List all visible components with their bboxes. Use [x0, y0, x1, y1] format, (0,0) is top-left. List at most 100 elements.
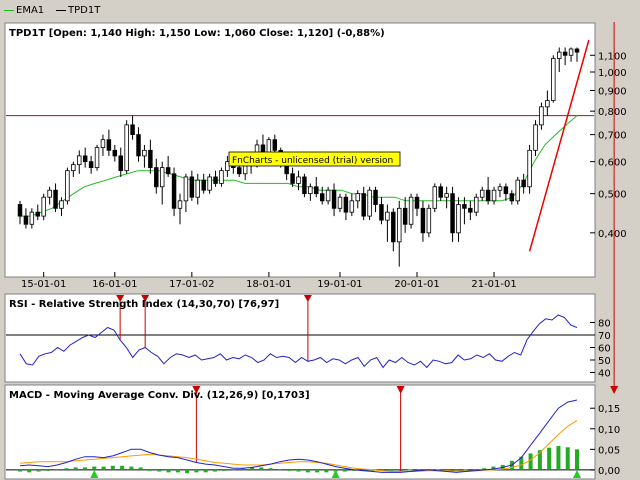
macd-hist-bar	[277, 469, 282, 471]
macd-hist-bar	[231, 469, 236, 471]
macd-hist-bar	[472, 469, 477, 471]
candle-body	[23, 215, 29, 225]
macd-hist-bar	[296, 469, 301, 472]
candle-body	[343, 196, 349, 213]
chart-canvas: 1,100 1,000 0,900 0,800 0,700 0,600 0,500 0,400…	[4, 22, 627, 480]
candle-body	[414, 196, 420, 209]
price-y-tick-label: 0,400	[598, 229, 627, 240]
macd-hist-bar	[463, 469, 468, 471]
candle-body	[302, 176, 307, 195]
macd-hist-bar	[101, 466, 106, 470]
candle-body	[396, 207, 402, 243]
rsi-y-tick-label: 80	[598, 319, 611, 330]
candle-body	[331, 189, 337, 209]
candle-body	[29, 211, 35, 225]
candle-body	[509, 193, 515, 202]
candle-body	[47, 189, 52, 198]
candle-body	[361, 193, 366, 217]
legend-swatch-ticker-icon	[56, 9, 66, 11]
price-y-tick-label: 0,500	[598, 190, 627, 201]
candle-body	[59, 200, 64, 209]
candle-body	[177, 200, 183, 209]
candle-body	[165, 167, 171, 175]
macd-hist-bar	[110, 465, 115, 470]
macd-hist-bar	[222, 469, 227, 471]
candle-body	[367, 189, 372, 217]
candle-body	[562, 51, 568, 56]
watermark-text: FnCharts - unlicensed (trial) version	[232, 156, 393, 166]
price-x-tick-label: 16-01-01	[92, 279, 137, 290]
macd-hist-bar	[389, 469, 394, 471]
price-x-tick-label: 21-01-01	[471, 279, 516, 290]
candle-body	[201, 179, 206, 191]
legend-swatch-ema-icon	[4, 9, 14, 11]
candle-body	[314, 186, 319, 195]
candle-body	[402, 207, 408, 225]
macd-hist-bar	[82, 467, 87, 470]
macd-hist-bar	[212, 469, 217, 472]
macd-hist-bar	[194, 469, 199, 473]
watermark: FnCharts - unlicensed (trial) version	[228, 151, 401, 167]
candle-body	[515, 179, 520, 202]
candle-body	[53, 189, 58, 209]
candle-body	[189, 176, 195, 198]
candle-body	[124, 124, 129, 172]
rsi-y-tick-label: 60	[598, 344, 611, 355]
price-x-tick-label: 18-01-01	[246, 279, 291, 290]
candle-body	[468, 207, 473, 213]
candle-body	[408, 196, 414, 225]
candle-body	[574, 48, 580, 53]
legend-item-ticker: TPD1T	[56, 4, 100, 18]
macd-title: MACD - Moving Average Conv. Div. (12,26,…	[9, 390, 310, 401]
candle-body	[88, 161, 94, 169]
candle-body	[479, 189, 485, 198]
candle-body	[106, 139, 112, 151]
candle-body	[373, 189, 378, 205]
macd-hist-bar	[45, 469, 50, 471]
macd-hist-bar	[157, 469, 162, 472]
macd-hist-bar	[55, 469, 60, 471]
candle-body	[112, 149, 118, 157]
candle-body	[420, 207, 426, 234]
macd-hist-bar	[203, 469, 208, 473]
rsi-y-tick-label: 50	[598, 356, 611, 367]
candle-body	[65, 170, 70, 202]
candle-body	[82, 155, 88, 163]
candle-body	[319, 193, 325, 202]
macd-hist-bar	[138, 467, 143, 470]
candle-body	[521, 179, 526, 188]
candle-body	[272, 139, 278, 151]
macd-hist-bar	[305, 469, 310, 473]
candle-body	[290, 173, 295, 184]
price-y-tick-label: 0,800	[598, 107, 627, 118]
candle-body	[35, 211, 41, 217]
candle-body	[349, 200, 355, 213]
macd-y-tick-label: 0,15	[598, 404, 620, 415]
price-y-tick-label: 0,900	[598, 86, 627, 97]
macd-hist-bar	[175, 469, 180, 473]
macd-hist-bar	[287, 469, 292, 471]
candle-body	[308, 186, 313, 195]
candle-body	[142, 149, 147, 157]
candle-body	[539, 106, 544, 126]
candle-body	[379, 204, 384, 221]
macd-hist-bar	[18, 469, 22, 472]
macd-hist-bar	[324, 469, 329, 473]
price-y-tick-label: 0,600	[598, 158, 627, 169]
macd-hist-bar	[556, 446, 561, 470]
macd-hist-bar	[259, 467, 264, 470]
macd-hist-bar	[166, 469, 171, 473]
price-panel	[4, 22, 596, 278]
rsi-y-tick-label: 40	[598, 369, 611, 380]
candle-body	[474, 196, 479, 213]
rsi-y-tick-label: 70	[598, 331, 611, 342]
candle-body	[195, 179, 201, 198]
candle-body	[325, 189, 331, 202]
candle-body	[17, 204, 23, 217]
candle-body	[444, 193, 449, 198]
candle-body	[136, 134, 141, 157]
macd-hist-bar	[185, 469, 190, 474]
candle-body	[183, 176, 189, 202]
candle-body	[533, 124, 538, 151]
legend-bar: EMA1 TPD1T	[0, 0, 640, 22]
